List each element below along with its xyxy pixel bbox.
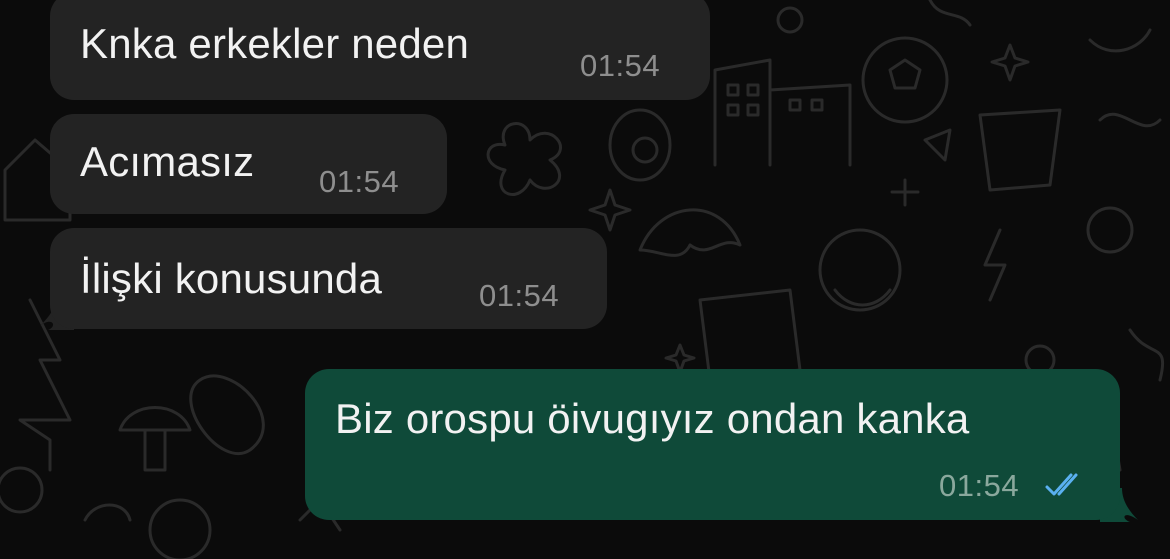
message-timestamp: 01:54 xyxy=(580,48,661,83)
message-text: Biz orospu öivugıyız ondan kanka xyxy=(335,395,970,442)
message-timestamp: 01:54 xyxy=(939,468,1020,503)
message-timestamp: 01:54 xyxy=(479,278,560,313)
message-timestamp: 01:54 xyxy=(319,164,400,199)
double-check-icon xyxy=(1045,473,1078,496)
incoming-message[interactable]: İlişki konusunda 01:54 xyxy=(50,228,607,329)
message-text: Acımasız xyxy=(80,138,255,185)
message-text: İlişki konusunda xyxy=(80,255,383,302)
message-text: Knka erkekler neden xyxy=(80,20,470,67)
outgoing-message[interactable]: Biz orospu öivugıyız ondan kanka 01:54 xyxy=(305,369,1120,520)
incoming-message[interactable]: Knka erkekler neden 01:54 xyxy=(50,0,710,100)
incoming-message[interactable]: Acımasız 01:54 xyxy=(50,114,447,214)
